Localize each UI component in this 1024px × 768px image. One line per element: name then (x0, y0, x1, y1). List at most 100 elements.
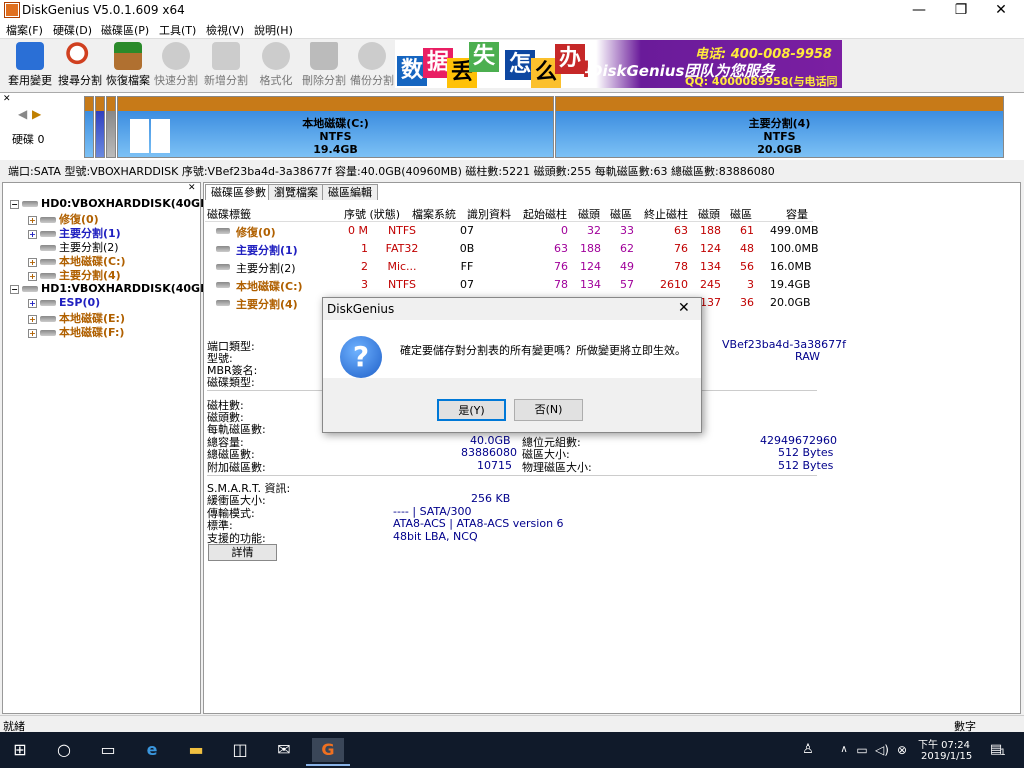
col-header[interactable]: 終止磁柱 (644, 206, 688, 222)
table-cell[interactable]: NTFS (382, 224, 422, 237)
format-button[interactable]: 格式化 (252, 42, 300, 88)
table-cell[interactable]: Mic... (382, 260, 422, 273)
details-button[interactable]: 詳情 (208, 544, 277, 561)
recover-files-button[interactable]: 恢復檔案 (104, 42, 152, 88)
expand-icon[interactable]: + (28, 257, 37, 267)
col-header[interactable]: 容量 (786, 206, 808, 222)
table-cell[interactable]: 0 M (328, 224, 368, 237)
table-cell[interactable]: 2 (328, 260, 368, 273)
edge-icon[interactable]: e (140, 738, 164, 762)
table-cell[interactable]: FF (447, 260, 487, 273)
table-cell-label[interactable]: 主要分割(4) (236, 296, 298, 312)
partition-block-4[interactable]: 主要分割(4) NTFS 20.0GB (555, 96, 1004, 158)
menu-tools[interactable]: 工具(T) (159, 22, 196, 38)
tree-item[interactable]: + 主要分割(4) (28, 267, 121, 283)
backup-partition-button[interactable]: 備份分割 (348, 42, 396, 88)
menu-help[interactable]: 說明(H) (254, 22, 293, 38)
people-icon[interactable]: ♙ (796, 738, 820, 762)
next-disk-icon[interactable]: ▶ (32, 107, 41, 121)
close-panel-icon[interactable]: ✕ (3, 94, 11, 104)
table-cell[interactable]: 0B (447, 242, 487, 255)
menu-view[interactable]: 檢視(V) (206, 22, 244, 38)
save-changes-button[interactable]: 套用變更 (6, 42, 54, 88)
col-header[interactable]: 磁頭 (578, 206, 600, 222)
expand-icon[interactable]: + (28, 314, 37, 324)
tab-partition-params[interactable]: 磁碟區參數 (205, 184, 272, 200)
file-explorer-icon[interactable]: ▬ (184, 738, 208, 762)
minimize-button[interactable]: — (896, 0, 942, 20)
table-cell[interactable]: 56 (714, 260, 754, 273)
col-header[interactable]: 檔案系統 (412, 206, 456, 222)
dialog-close-icon[interactable]: ✕ (678, 300, 690, 316)
task-view-icon[interactable]: ▭ (96, 738, 120, 762)
new-partition-button[interactable]: 新增分割 (202, 42, 250, 88)
close-button[interactable]: ✕ (978, 0, 1024, 20)
col-header[interactable]: 磁區 (730, 206, 752, 222)
mail-icon[interactable]: ✉ (272, 738, 296, 762)
expand-icon[interactable]: + (28, 215, 37, 225)
partition-block-2[interactable] (106, 96, 116, 158)
menu-file[interactable]: 檔案(F) (6, 22, 43, 38)
start-icon[interactable]: ⊞ (8, 738, 32, 762)
partition-block-c[interactable]: 本地磁碟(C:) NTFS 19.4GB (117, 96, 554, 158)
diskgenius-taskbar-icon[interactable]: G (312, 738, 344, 762)
table-cell[interactable]: NTFS (382, 278, 422, 291)
table-cell-label[interactable]: 主要分割(1) (236, 242, 298, 258)
clock-time[interactable]: 下午 07:24 (918, 736, 970, 751)
table-cell[interactable]: 3 (328, 278, 368, 291)
no-button[interactable]: 否(N) (514, 399, 583, 421)
table-cell[interactable]: 16.0MB (770, 260, 812, 273)
collapse-icon[interactable]: − (10, 284, 19, 294)
table-cell[interactable]: 3 (714, 278, 754, 291)
search-partition-button[interactable]: 搜尋分割 (56, 42, 104, 88)
quick-partition-button[interactable]: 快速分割 (152, 42, 200, 88)
table-cell[interactable]: 62 (594, 242, 634, 255)
table-cell[interactable]: FAT32 (382, 242, 422, 255)
table-cell[interactable]: 499.0MB (770, 224, 819, 237)
tree-item[interactable]: + 本地磁碟(F:) (28, 324, 124, 340)
table-cell[interactable]: 07 (447, 278, 487, 291)
table-cell[interactable]: 33 (594, 224, 634, 237)
search-icon[interactable]: ○ (52, 738, 76, 762)
col-header[interactable]: 起始磁柱 (523, 206, 567, 222)
partition-block-1[interactable] (95, 96, 105, 158)
close-tree-icon[interactable]: ✕ (188, 183, 196, 193)
table-cell[interactable]: 07 (447, 224, 487, 237)
col-header[interactable]: 序號 (狀態) (344, 206, 400, 222)
store-icon[interactable]: ◫ (228, 738, 252, 762)
collapse-icon[interactable]: − (10, 199, 19, 209)
tab-browse-files[interactable]: 瀏覽檔案 (268, 184, 324, 200)
menu-disk[interactable]: 硬碟(D) (53, 22, 92, 38)
table-cell[interactable]: 20.0GB (770, 296, 811, 309)
table-cell[interactable]: 100.0MB (770, 242, 819, 255)
tab-sector-editor[interactable]: 磁區編輯 (322, 184, 378, 200)
expand-icon[interactable]: + (28, 298, 37, 308)
tree-item[interactable]: + ESP(0) (28, 296, 100, 309)
table-cell[interactable]: 19.4GB (770, 278, 811, 291)
table-cell[interactable]: 1 (328, 242, 368, 255)
col-header[interactable]: 磁頭 (698, 206, 720, 222)
table-cell[interactable]: 49 (594, 260, 634, 273)
yes-button[interactable]: 是(Y) (437, 399, 506, 421)
table-cell-label[interactable]: 主要分割(2) (236, 260, 296, 276)
tree-hd0[interactable]: − HD0:VBOXHARDDISK(40GB) (10, 197, 214, 210)
expand-icon[interactable]: + (28, 328, 37, 338)
col-header[interactable]: 識別資料 (467, 206, 511, 222)
partition-block-recovery[interactable] (84, 96, 94, 158)
table-cell-label[interactable]: 本地磁碟(C:) (236, 278, 303, 294)
tree-hd1[interactable]: − HD1:VBOXHARDDISK(40GB) (10, 282, 214, 295)
table-cell-label[interactable]: 修復(0) (236, 224, 276, 240)
col-header[interactable]: 磁區 (610, 206, 632, 222)
expand-icon[interactable]: + (28, 229, 37, 239)
ad-banner[interactable]: 数 据 丢 失 怎 么 办 ! DiskGenius团队为您服务 电话: 400… (395, 40, 842, 88)
table-cell[interactable]: 36 (714, 296, 754, 309)
table-cell[interactable]: 48 (714, 242, 754, 255)
table-cell[interactable]: 57 (594, 278, 634, 291)
table-cell[interactable]: 61 (714, 224, 754, 237)
col-header[interactable]: 磁碟標籤 (207, 206, 251, 222)
clock-date[interactable]: 2019/1/15 (921, 751, 972, 762)
delete-partition-button[interactable]: 刪除分割 (300, 42, 348, 88)
menu-partition[interactable]: 磁碟區(P) (101, 22, 149, 38)
prev-disk-icon[interactable]: ◀ (18, 107, 27, 121)
alert-icon[interactable]: ⊗ (890, 738, 914, 762)
